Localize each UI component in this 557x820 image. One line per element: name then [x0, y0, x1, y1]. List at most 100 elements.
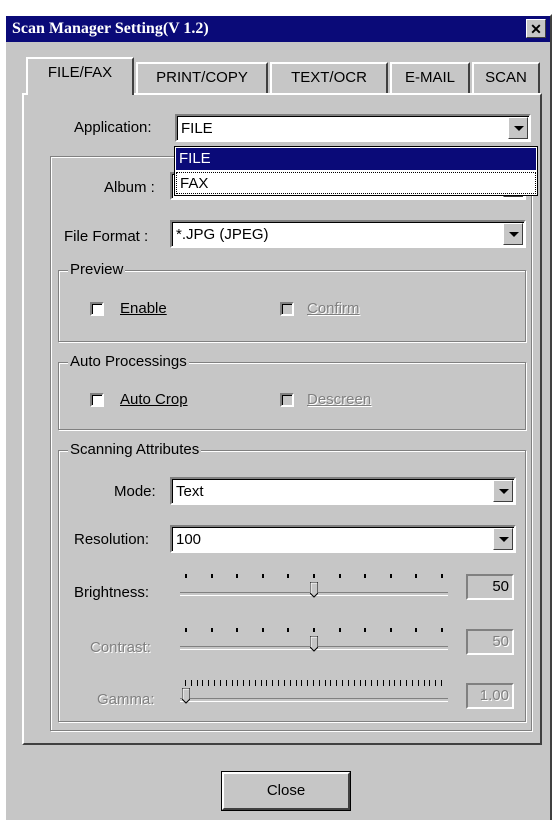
slider-tick: [377, 680, 378, 686]
file-format-select[interactable]: *.JPG (JPEG): [170, 220, 526, 248]
resolution-dropdown-button[interactable]: [493, 528, 513, 550]
slider-tick: [318, 680, 320, 686]
slider-tick: [429, 680, 431, 686]
slider-tick: [243, 680, 245, 686]
tab-label: TEXT/OCR: [291, 69, 367, 86]
tab-e-mail[interactable]: E-MAIL: [390, 62, 470, 93]
slider-tick: [441, 574, 443, 578]
tab-print-copy[interactable]: PRINT/COPY: [136, 62, 268, 93]
tab-label: PRINT/COPY: [156, 69, 248, 86]
slider-tick: [185, 628, 187, 632]
window-title: Scan Manager Setting(V 1.2): [12, 20, 209, 37]
slider-tick: [336, 680, 338, 686]
brightness-value-box[interactable]: 50: [466, 574, 514, 600]
enable-checkbox[interactable]: [90, 302, 104, 316]
auto-crop-checkbox[interactable]: [90, 393, 104, 407]
contrast-value-box: 50: [466, 629, 514, 655]
resolution-select[interactable]: 100: [170, 525, 516, 553]
slider-tick: [261, 574, 264, 578]
mode-label: Mode:: [114, 483, 156, 500]
slider-tick: [287, 574, 290, 578]
slider-tick: [394, 680, 396, 686]
application-select[interactable]: FILE: [175, 114, 531, 142]
slider-tick: [225, 680, 227, 686]
auto-processings-group-title: Auto Processings: [68, 353, 189, 371]
slider-tick: [185, 574, 187, 578]
auto-crop-label[interactable]: Auto Crop: [120, 390, 188, 410]
slider-tick: [190, 680, 192, 686]
close-icon: ✕: [530, 21, 542, 37]
file-format-label: File Format :: [64, 228, 149, 245]
application-option-file[interactable]: FILE: [176, 148, 536, 170]
resolution-label: Resolution:: [74, 531, 150, 548]
slider-tick: [287, 628, 290, 632]
contrast-slider: [180, 626, 448, 660]
slider-tick: [260, 680, 262, 686]
slider-tick: [330, 680, 332, 686]
slider-tick: [214, 680, 216, 686]
slider-tick: [278, 680, 280, 686]
slider-tick: [236, 628, 239, 632]
slider-tick: [435, 680, 437, 686]
slider-thumb: [309, 635, 319, 652]
tab-label: E-MAIL: [404, 69, 455, 86]
file-format-dropdown-button[interactable]: [503, 223, 523, 245]
preview-group-title: Preview: [68, 261, 126, 279]
slider-tick: [272, 680, 274, 686]
chevron-down-icon: [499, 537, 509, 542]
auto-crop-label-text: Auto Crop: [120, 391, 188, 408]
chevron-down-icon: [509, 232, 519, 237]
slider-tick: [411, 680, 413, 686]
confirm-label: Confirm: [307, 299, 360, 319]
slider-tick: [210, 628, 213, 632]
album-label: Album :: [104, 179, 155, 196]
mode-select[interactable]: Text: [170, 477, 516, 505]
tab-label: FILE/FAX: [47, 64, 113, 81]
slider-tick: [364, 574, 367, 578]
slider-tick: [313, 574, 315, 578]
slider-tick: [313, 628, 315, 632]
brightness-slider[interactable]: [180, 572, 448, 606]
brightness-label: Brightness:: [74, 584, 150, 601]
slider-tick: [406, 680, 408, 686]
slider-tick: [415, 574, 418, 578]
confirm-label-text: Confirm: [307, 300, 360, 317]
slider-tick: [353, 680, 355, 686]
slider-tick: [441, 680, 442, 686]
slider-tick: [324, 680, 326, 686]
close-button[interactable]: Close: [222, 772, 350, 810]
close-window-button[interactable]: ✕: [526, 19, 546, 38]
slider-tick: [338, 574, 341, 578]
title-bar[interactable]: Scan Manager Setting(V 1.2): [6, 16, 550, 42]
slider-tick: [441, 628, 443, 632]
chevron-down-icon: [499, 489, 509, 494]
slider-tick: [307, 680, 309, 686]
mode-dropdown-button[interactable]: [493, 480, 513, 502]
slider-thumb[interactable]: [309, 581, 319, 598]
slider-tick: [338, 628, 341, 632]
chevron-down-icon: [514, 126, 524, 131]
slider-tick: [185, 680, 186, 686]
slider-tick: [342, 680, 344, 686]
slider-tick: [417, 680, 419, 686]
slider-tick: [382, 680, 384, 686]
gamma-value-box: 1.00: [466, 683, 514, 709]
slider-thumb: [181, 687, 191, 704]
mode-value: Text: [176, 483, 204, 500]
enable-label[interactable]: Enable: [120, 299, 167, 319]
slider-tick: [364, 628, 367, 632]
slider-tick: [389, 628, 392, 632]
application-option-fax[interactable]: FAX: [176, 172, 536, 194]
contrast-label: Contrast:: [90, 639, 151, 656]
tab-text-ocr[interactable]: TEXT/OCR: [270, 62, 388, 93]
slider-tick: [254, 680, 256, 686]
tab-file-fax[interactable]: FILE/FAX: [26, 57, 134, 95]
slider-tick: [359, 680, 361, 686]
slider-tick: [208, 680, 210, 686]
tab-scan[interactable]: SCAN: [472, 62, 540, 93]
tab-label: SCAN: [485, 69, 527, 86]
application-dropdown-button[interactable]: [508, 117, 528, 139]
slider-tick: [266, 680, 268, 686]
slider-tick: [236, 574, 239, 578]
slider-tick: [365, 680, 367, 686]
